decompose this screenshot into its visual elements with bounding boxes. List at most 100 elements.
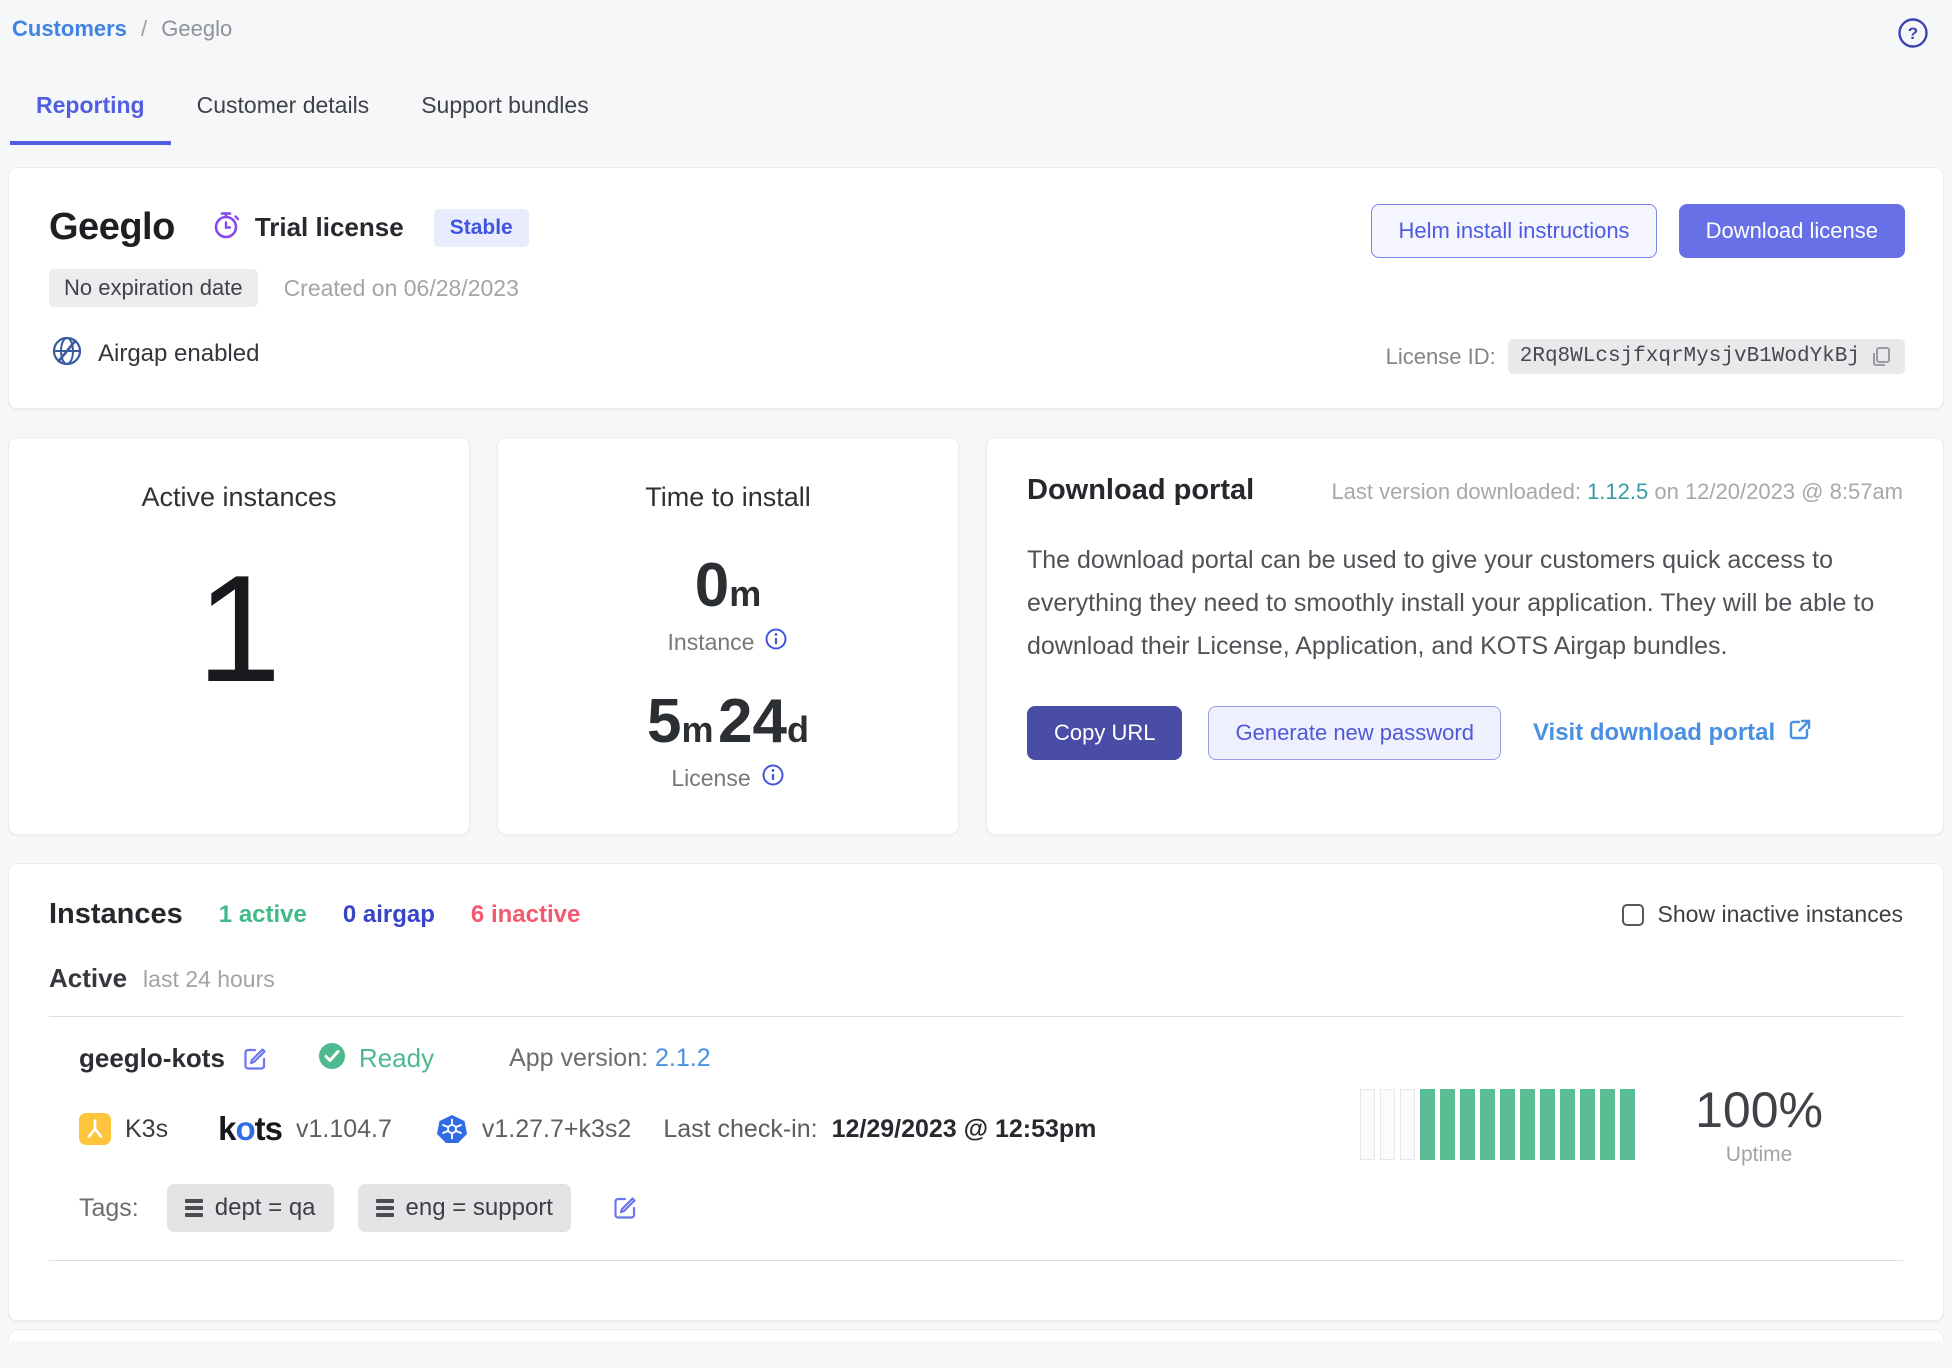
active-heading: Active xyxy=(49,963,127,994)
last-checkin-label: Last check-in: xyxy=(663,1115,817,1144)
instance-name: geeglo-kots xyxy=(79,1043,225,1074)
tag-text: eng = support xyxy=(406,1194,553,1222)
kots-letter-k: k xyxy=(218,1110,235,1147)
edit-name-icon[interactable] xyxy=(241,1045,269,1073)
uptime-label: Uptime xyxy=(1695,1143,1823,1167)
license-type: Trial license xyxy=(211,209,404,246)
uptime-percentage: 100% xyxy=(1695,1081,1823,1139)
tags-row: Tags: dept = qa eng = support xyxy=(79,1184,1903,1232)
k8s-version: v1.27.7+k3s2 xyxy=(482,1115,631,1144)
helm-install-instructions-button[interactable]: Helm install instructions xyxy=(1371,204,1656,258)
kots-letter-o: o xyxy=(235,1110,254,1147)
uptime-stats: 100% Uptime xyxy=(1695,1081,1823,1167)
uptime-bar-filled xyxy=(1480,1089,1495,1160)
license-install-label: License xyxy=(671,765,750,792)
inactive-count[interactable]: 6 inactive xyxy=(471,901,580,929)
last-version-date: on 12/20/2023 @ 8:57am xyxy=(1654,479,1903,504)
k3s-icon xyxy=(79,1113,111,1145)
edit-tags-icon[interactable] xyxy=(611,1194,639,1222)
visit-download-portal-link[interactable]: Visit download portal xyxy=(1533,717,1813,750)
ready-check-icon xyxy=(317,1041,347,1076)
airgap-label: Airgap enabled xyxy=(98,340,259,368)
license-summary-card: Geeglo Trial license Stable Helm install… xyxy=(8,167,1944,409)
airgap-globe-icon xyxy=(49,333,85,374)
tag-icon xyxy=(376,1199,394,1217)
active-instances-card: Active instances 1 xyxy=(8,437,470,835)
created-date: Created on 06/28/2023 xyxy=(284,275,519,302)
active-period: last 24 hours xyxy=(143,966,275,993)
visit-download-portal-label: Visit download portal xyxy=(1533,719,1775,747)
channel-badge: Stable xyxy=(434,209,529,247)
uptime-bar-filled xyxy=(1560,1089,1575,1160)
uptime-bar-filled xyxy=(1500,1089,1515,1160)
customer-reporting-page: Customers / Geeglo ? Reporting Customer … xyxy=(0,0,1952,1368)
breadcrumb-customers-link[interactable]: Customers xyxy=(12,16,127,41)
expiration-badge: No expiration date xyxy=(49,269,258,307)
license-id-value: 2Rq8WLcsjfxqrMysjvB1WodYkBj xyxy=(1520,345,1860,368)
trial-timer-icon xyxy=(211,209,243,246)
download-license-button[interactable]: Download license xyxy=(1679,204,1905,258)
uptime-bar-empty xyxy=(1380,1089,1395,1160)
time-to-install-title: Time to install xyxy=(498,482,958,513)
uptime-bar-filled xyxy=(1520,1089,1535,1160)
license-id-row: License ID: 2Rq8WLcsjfxqrMysjvB1WodYkBj xyxy=(1386,339,1905,374)
instances-title: Instances xyxy=(49,898,183,931)
uptime-bar-empty xyxy=(1360,1089,1375,1160)
tab-reporting[interactable]: Reporting xyxy=(10,78,171,145)
breadcrumb-current: Geeglo xyxy=(161,16,232,41)
status: Ready xyxy=(317,1041,434,1076)
uptime-bar-empty xyxy=(1400,1089,1415,1160)
last-version-label: Last version downloaded: xyxy=(1331,479,1581,504)
uptime-bar-filled xyxy=(1440,1089,1455,1160)
instances-card: Instances 1 active 0 airgap 6 inactive S… xyxy=(8,863,1944,1321)
tab-support-bundles[interactable]: Support bundles xyxy=(395,78,615,145)
download-portal-title: Download portal xyxy=(1027,474,1254,507)
copy-url-button[interactable]: Copy URL xyxy=(1027,706,1182,760)
show-inactive-label: Show inactive instances xyxy=(1658,901,1903,928)
uptime-section: 100% Uptime xyxy=(1360,1081,1823,1167)
license-install-unit-1: m xyxy=(682,709,714,750)
airgap-count[interactable]: 0 airgap xyxy=(343,901,435,929)
breadcrumb-separator: / xyxy=(141,16,147,41)
download-portal-actions: Copy URL Generate new password Visit dow… xyxy=(1027,706,1903,760)
license-install-value-1: 5 xyxy=(647,687,681,756)
active-count[interactable]: 1 active xyxy=(219,901,307,929)
kots-version: v1.104.7 xyxy=(296,1115,392,1144)
app-version-label: App version: xyxy=(509,1044,648,1072)
uptime-bar-filled xyxy=(1600,1089,1615,1160)
metrics-row: Active instances 1 Time to install 0m In… xyxy=(8,437,1944,835)
license-meta-row: No expiration date Created on 06/28/2023 xyxy=(49,269,1903,307)
app-version-link[interactable]: 2.1.2 xyxy=(655,1044,711,1072)
license-type-label: Trial license xyxy=(255,212,404,243)
instance-install-unit: m xyxy=(729,573,761,614)
breadcrumb: Customers / Geeglo xyxy=(12,16,232,42)
next-card-peek xyxy=(8,1329,1944,1341)
last-version-link[interactable]: 1.12.5 xyxy=(1587,479,1648,504)
help-button[interactable]: ? xyxy=(1896,16,1930,50)
license-install-value-2: 24 xyxy=(718,687,787,756)
show-inactive-toggle[interactable]: Show inactive instances xyxy=(1622,901,1903,928)
tab-bar: Reporting Customer details Support bundl… xyxy=(10,78,1952,145)
copy-icon[interactable] xyxy=(1870,345,1893,368)
info-icon[interactable] xyxy=(764,627,788,657)
tag-chip: dept = qa xyxy=(167,1184,334,1232)
license-id-badge: 2Rq8WLcsjfxqrMysjvB1WodYkBj xyxy=(1508,339,1905,374)
uptime-bar-filled xyxy=(1580,1089,1595,1160)
info-icon[interactable] xyxy=(761,763,785,793)
distribution-label: K3s xyxy=(125,1115,168,1144)
instance-install-label-row: Instance xyxy=(498,627,958,657)
download-portal-card: Download portal Last version downloaded:… xyxy=(986,437,1944,835)
uptime-bar-filled xyxy=(1460,1089,1475,1160)
instance-install-time: 0m xyxy=(498,555,958,617)
active-instances-title: Active instances xyxy=(9,482,469,513)
download-portal-description: The download portal can be used to give … xyxy=(1027,539,1903,668)
tab-customer-details[interactable]: Customer details xyxy=(171,78,396,145)
uptime-bar-filled xyxy=(1620,1089,1635,1160)
download-portal-header: Download portal Last version downloaded:… xyxy=(1027,474,1903,507)
page-header: Customers / Geeglo ? xyxy=(0,0,1952,50)
question-circle-icon: ? xyxy=(1896,16,1930,50)
kots-letters-ts: ts xyxy=(255,1110,282,1147)
uptime-bars xyxy=(1360,1089,1635,1160)
show-inactive-checkbox[interactable] xyxy=(1622,904,1644,926)
generate-new-password-button[interactable]: Generate new password xyxy=(1208,706,1500,760)
